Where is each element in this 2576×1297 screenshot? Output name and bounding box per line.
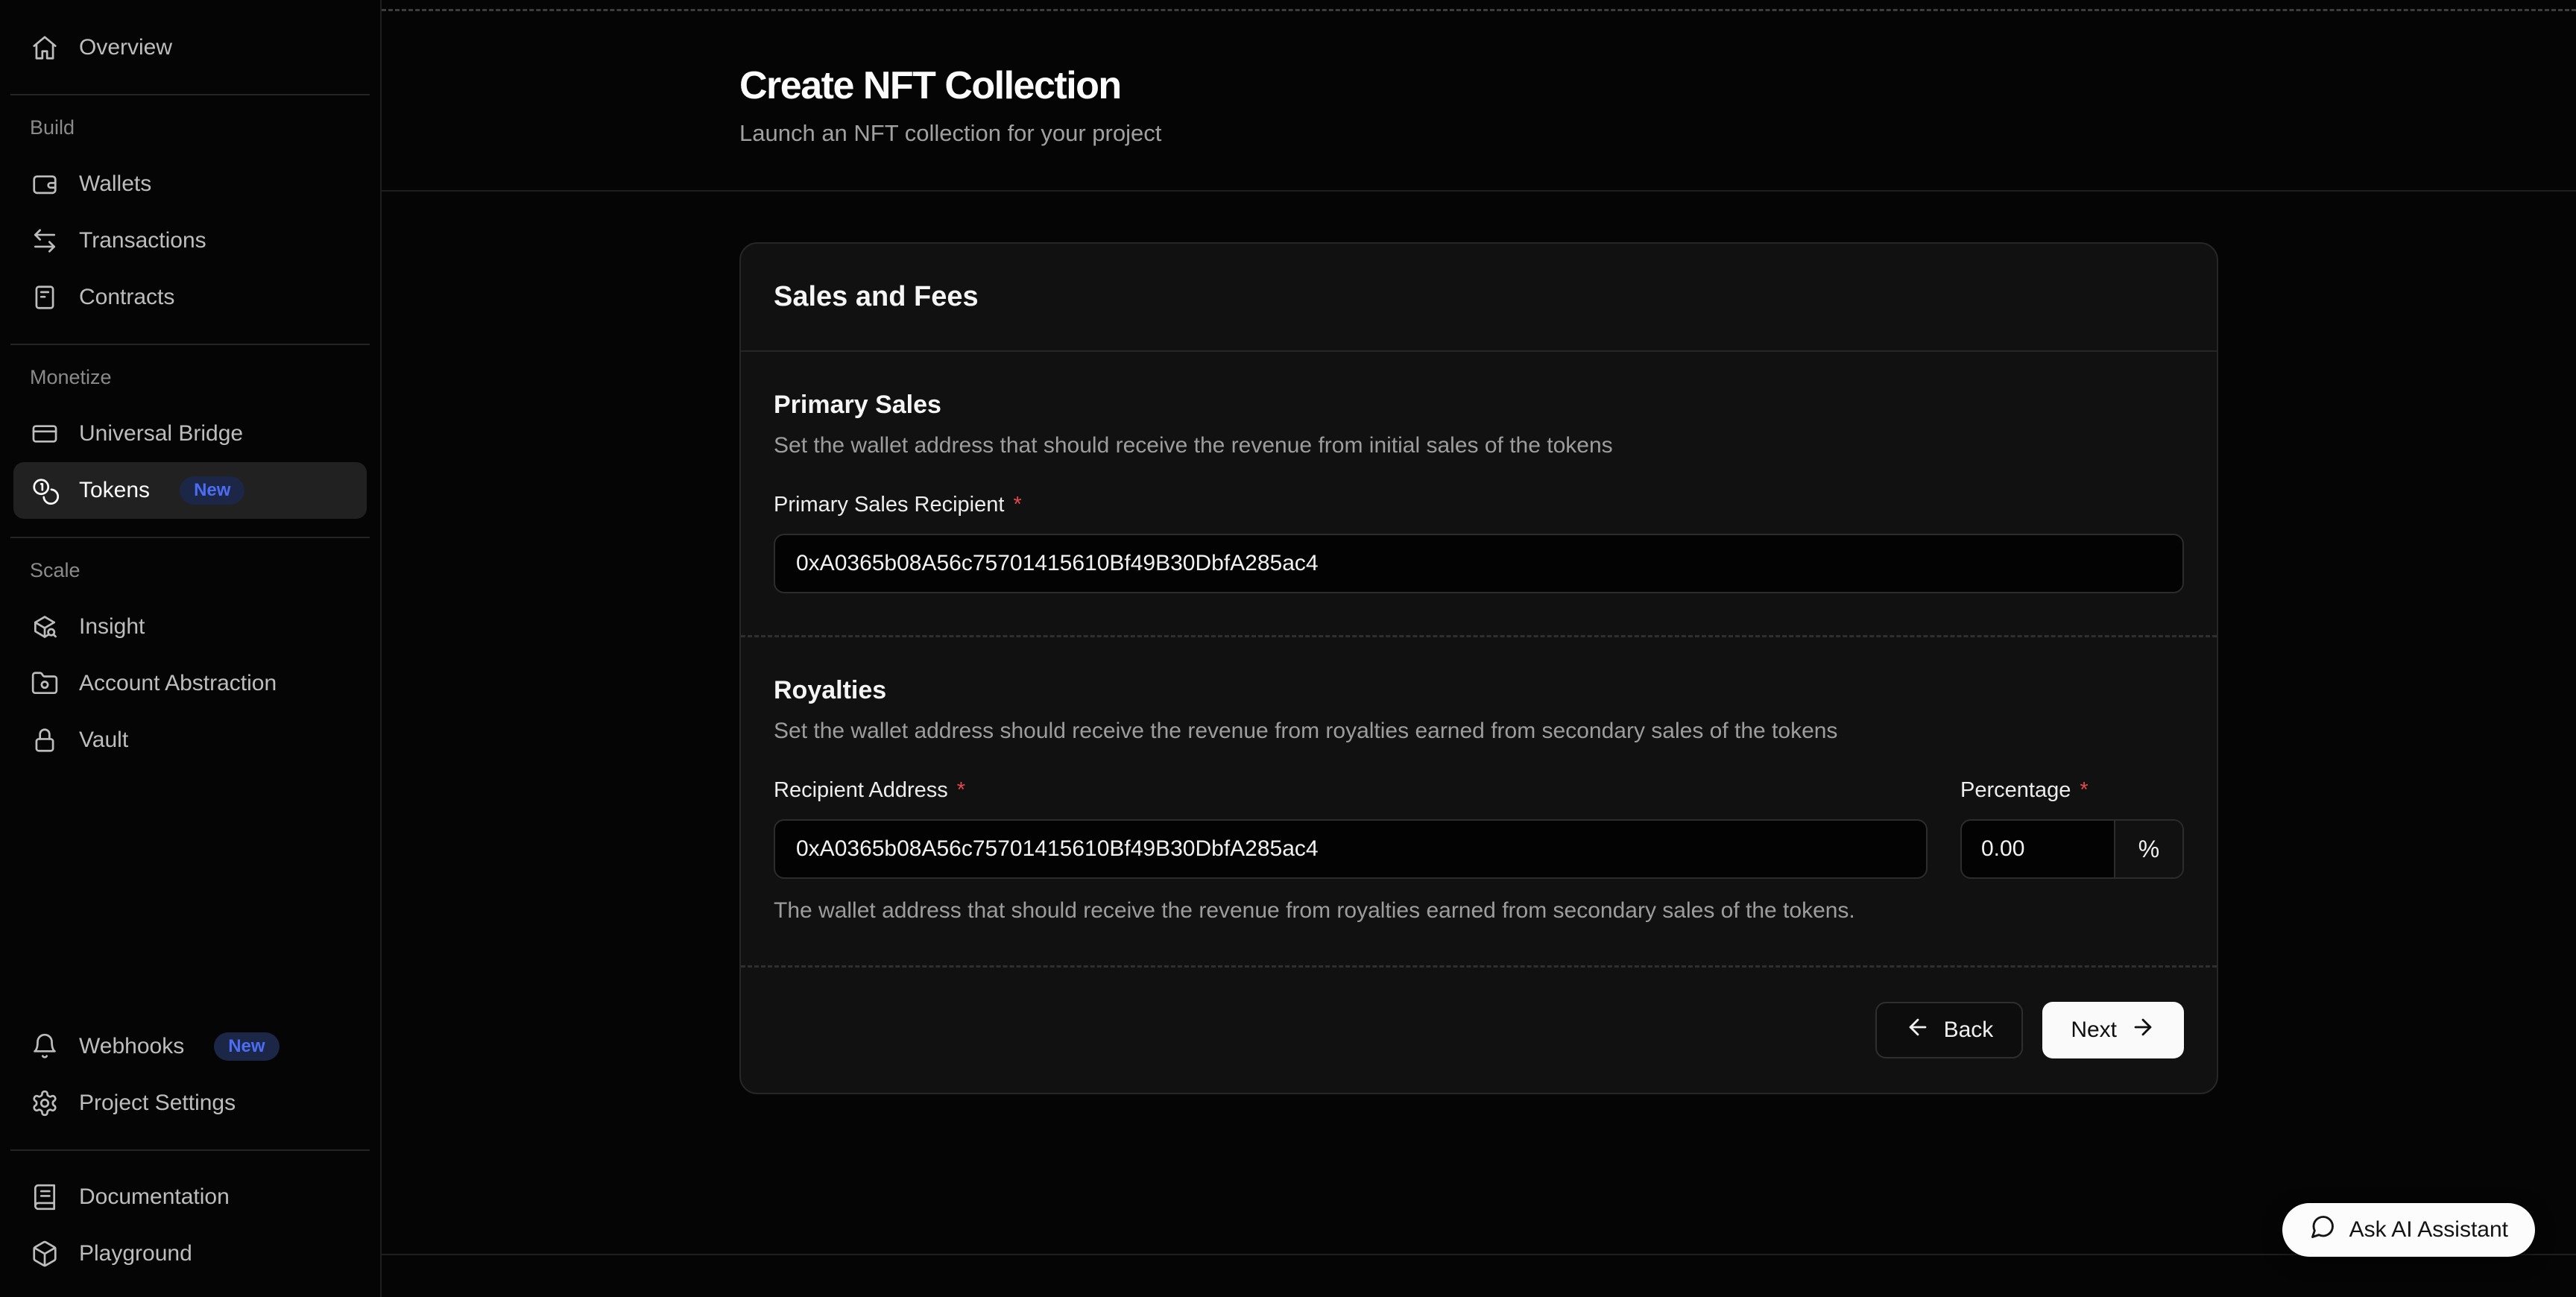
sidebar-item-wallets[interactable]: Wallets: [13, 156, 367, 212]
page-subtitle: Launch an NFT collection for your projec…: [739, 120, 2218, 147]
card-title: Sales and Fees: [774, 281, 2184, 313]
sidebar-item-insight[interactable]: Insight: [13, 599, 367, 655]
sidebar-divider: [10, 1149, 370, 1151]
sidebar-item-label: Overview: [79, 35, 172, 60]
sidebar-spacer: [0, 769, 380, 1018]
required-asterisk: *: [957, 778, 965, 803]
percentage-input-group: %: [1960, 819, 2184, 879]
sidebar-section-build: Build: [13, 113, 367, 156]
arrow-left-icon: [1905, 1014, 1931, 1046]
book-icon: [30, 1182, 60, 1212]
sidebar-item-label: Project Settings: [79, 1091, 236, 1116]
sidebar-item-label: Account Abstraction: [79, 671, 277, 696]
sidebar-item-tokens[interactable]: Tokens New: [13, 462, 367, 519]
royalties-heading: Royalties: [774, 676, 2184, 705]
wallet-icon: [30, 169, 60, 199]
account-abstraction-icon: [30, 669, 60, 698]
main-area: Create NFT Collection Launch an NFT coll…: [382, 0, 2576, 1297]
coins-icon: [30, 476, 60, 505]
primary-sales-heading: Primary Sales: [774, 391, 2184, 420]
bridge-card-icon: [30, 419, 60, 449]
transactions-icon: [30, 226, 60, 256]
royalties-recipient-input[interactable]: [774, 819, 1928, 879]
sidebar-item-label: Universal Bridge: [79, 421, 243, 446]
sidebar-item-project-settings[interactable]: Project Settings: [13, 1075, 367, 1132]
sidebar-item-transactions[interactable]: Transactions: [13, 212, 367, 269]
card-header: Sales and Fees: [741, 244, 2217, 352]
royalties-description: Set the wallet address should receive th…: [774, 719, 2184, 744]
primary-sales-description: Set the wallet address that should recei…: [774, 433, 2184, 458]
page-content: Sales and Fees Primary Sales Set the wal…: [382, 192, 2576, 1297]
sidebar-item-contracts[interactable]: Contracts: [13, 269, 367, 326]
sidebar-item-label: Vault: [79, 728, 128, 753]
sidebar-item-label: Documentation: [79, 1184, 230, 1210]
sidebar-item-vault[interactable]: Vault: [13, 712, 367, 769]
percent-suffix: %: [2114, 821, 2182, 877]
contract-icon: [30, 283, 60, 312]
page-title: Create NFT Collection: [739, 63, 2218, 108]
sidebar-item-label: Insight: [79, 614, 145, 640]
sidebar-item-universal-bridge[interactable]: Universal Bridge: [13, 405, 367, 462]
sidebar-section-monetize: Monetize: [13, 363, 367, 405]
sidebar-divider: [10, 537, 370, 538]
royalties-recipient-label: Recipient Address *: [774, 778, 1928, 803]
vault-lock-icon: [30, 725, 60, 755]
bell-icon: [30, 1032, 60, 1061]
new-badge: New: [180, 476, 244, 505]
ask-ai-assistant-button[interactable]: Ask AI Assistant: [2282, 1203, 2535, 1257]
royalties-helper-text: The wallet address that should receive t…: [774, 898, 2184, 924]
sidebar-section-scale: Scale: [13, 556, 367, 599]
sidebar-item-label: Playground: [79, 1241, 192, 1266]
card-footer: Back Next: [741, 965, 2217, 1093]
sidebar-item-account-abstraction[interactable]: Account Abstraction: [13, 655, 367, 712]
cube-icon: [30, 1239, 60, 1269]
royalties-percentage-label: Percentage *: [1960, 778, 2184, 803]
sidebar-item-playground[interactable]: Playground: [13, 1225, 367, 1282]
sales-and-fees-card: Sales and Fees Primary Sales Set the wal…: [739, 242, 2218, 1094]
arrow-right-icon: [2130, 1014, 2156, 1046]
sidebar-item-label: Webhooks: [79, 1034, 184, 1059]
primary-sales-section: Primary Sales Set the wallet address tha…: [741, 352, 2217, 635]
sidebar-divider: [10, 344, 370, 345]
sidebar-item-overview[interactable]: Overview: [13, 19, 367, 76]
next-button[interactable]: Next: [2042, 1002, 2184, 1058]
required-asterisk: *: [1013, 493, 1021, 517]
primary-sales-recipient-label: Primary Sales Recipient *: [774, 493, 2184, 517]
sidebar-divider: [10, 94, 370, 95]
sidebar-item-documentation[interactable]: Documentation: [13, 1169, 367, 1225]
bottom-border-line: [382, 1254, 2576, 1255]
sidebar-item-label: Wallets: [79, 171, 151, 197]
home-icon: [30, 33, 60, 63]
app-root: Overview Build Wallets Transactions: [0, 0, 2576, 1297]
required-asterisk: *: [2080, 778, 2088, 803]
sidebar-item-label: Contracts: [79, 285, 174, 310]
back-button[interactable]: Back: [1875, 1002, 2024, 1058]
sidebar-item-label: Transactions: [79, 228, 206, 253]
new-badge: New: [214, 1032, 279, 1061]
page-header: Create NFT Collection Launch an NFT coll…: [382, 11, 2576, 192]
chat-bubble-icon: [2309, 1214, 2336, 1246]
sidebar: Overview Build Wallets Transactions: [0, 0, 382, 1297]
gear-icon: [30, 1088, 60, 1118]
sidebar-item-label: Tokens: [79, 478, 150, 503]
sidebar-item-webhooks[interactable]: Webhooks New: [13, 1018, 367, 1075]
insight-box-icon: [30, 612, 60, 642]
royalties-section: Royalties Set the wallet address should …: [741, 637, 2217, 965]
royalties-percentage-input[interactable]: [1962, 821, 2114, 877]
primary-sales-recipient-input[interactable]: [774, 534, 2184, 593]
